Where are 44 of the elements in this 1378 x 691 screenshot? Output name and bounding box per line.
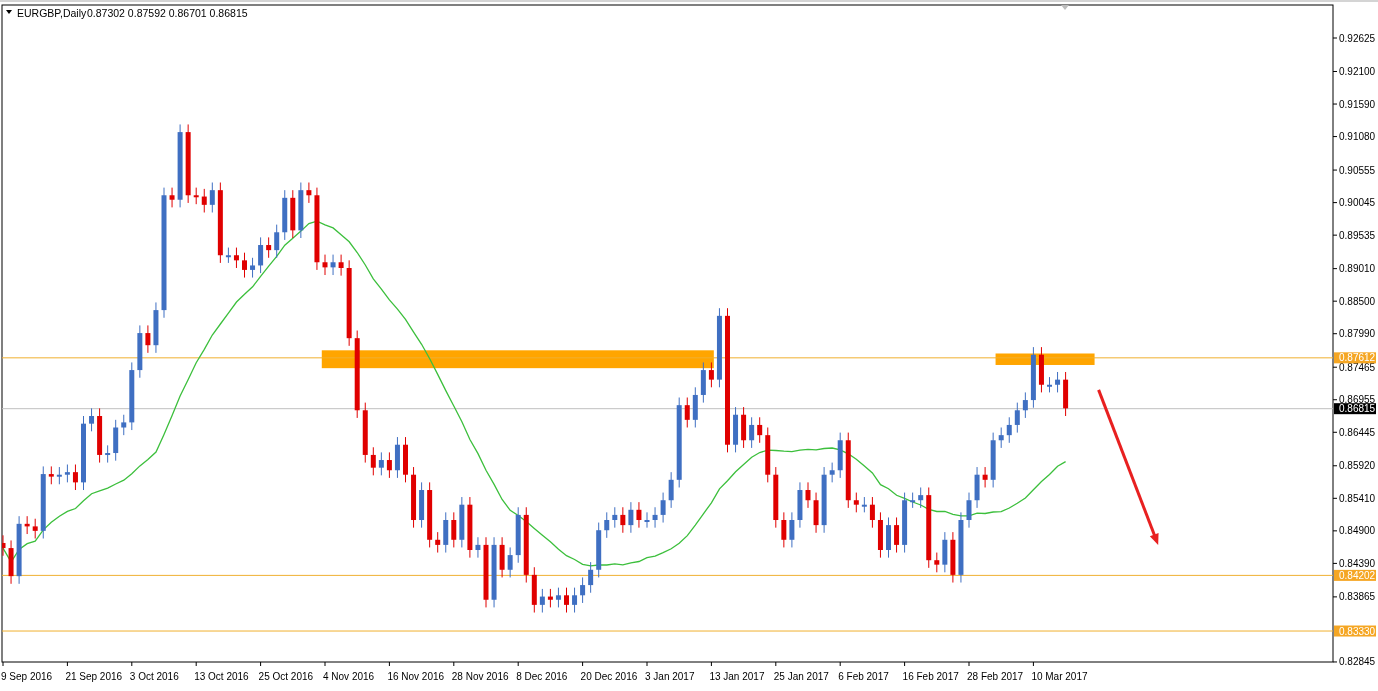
date-tick-label: 25 Jan 2017 <box>773 671 829 682</box>
price-tick-label: 0.92625 <box>1339 32 1376 44</box>
price-tick-label: 0.83865 <box>1339 591 1376 603</box>
price-tick-label: 0.87990 <box>1339 328 1376 340</box>
price-marker-label: 0.84202 <box>1339 569 1376 581</box>
date-tick-label: 3 Jan 2017 <box>645 671 695 682</box>
date-tick-label: 13 Oct 2016 <box>194 671 249 682</box>
price-tick-label: 0.91080 <box>1339 131 1376 143</box>
price-tick-label: 0.85920 <box>1339 460 1376 472</box>
price-tick-label: 0.89535 <box>1339 229 1376 241</box>
date-tick-label: 10 Mar 2017 <box>1031 671 1088 682</box>
ohlc-values: 0.87302 0.87592 0.86701 0.86815 <box>87 7 248 19</box>
date-tick-label: 20 Dec 2016 <box>580 671 638 682</box>
dropdown-icon[interactable] <box>6 10 12 14</box>
price-tick-label: 0.87465 <box>1339 361 1376 373</box>
price-tick-label: 0.89010 <box>1339 263 1376 275</box>
price-tick-label: 0.90045 <box>1339 197 1376 209</box>
price-tick-label: 0.92100 <box>1339 66 1376 77</box>
price-marker-label: 0.83330 <box>1339 625 1376 637</box>
date-tick-label: 16 Feb 2017 <box>902 671 959 682</box>
price-tick-label: 0.86955 <box>1339 394 1376 406</box>
date-tick-label: 9 Sep 2016 <box>1 671 53 682</box>
date-tick-label: 3 Oct 2016 <box>129 671 179 682</box>
date-tick-label: 28 Nov 2016 <box>451 671 509 682</box>
chart-shift-icon <box>1061 5 1069 10</box>
price-tick-label: 0.88500 <box>1339 295 1376 307</box>
price-marker-label: 0.86815 <box>1339 403 1376 415</box>
price-tick-label: 0.85410 <box>1339 492 1376 504</box>
date-tick-label: 13 Jan 2017 <box>709 671 765 682</box>
price-marker-label: 0.87612 <box>1339 352 1376 364</box>
date-tick-label: 8 Dec 2016 <box>516 671 568 682</box>
date-tick-label: 25 Oct 2016 <box>258 671 314 682</box>
price-tick-label: 0.82845 <box>1339 656 1376 668</box>
date-tick-label: 21 Sep 2016 <box>65 671 123 682</box>
date-tick-label: 28 Feb 2017 <box>967 671 1024 682</box>
price-tick-label: 0.90555 <box>1339 164 1376 176</box>
price-tick-label: 0.84390 <box>1339 557 1376 569</box>
symbol-label: EURGBP,Daily <box>17 7 87 19</box>
price-tick-label: 0.84900 <box>1339 525 1376 537</box>
price-tick-label: 0.86445 <box>1339 426 1376 438</box>
date-tick-label: 16 Nov 2016 <box>387 671 445 682</box>
price-tick-label: 0.91590 <box>1339 98 1376 110</box>
date-tick-label: 4 Nov 2016 <box>323 671 375 682</box>
date-tick-label: 6 Feb 2017 <box>838 671 889 682</box>
